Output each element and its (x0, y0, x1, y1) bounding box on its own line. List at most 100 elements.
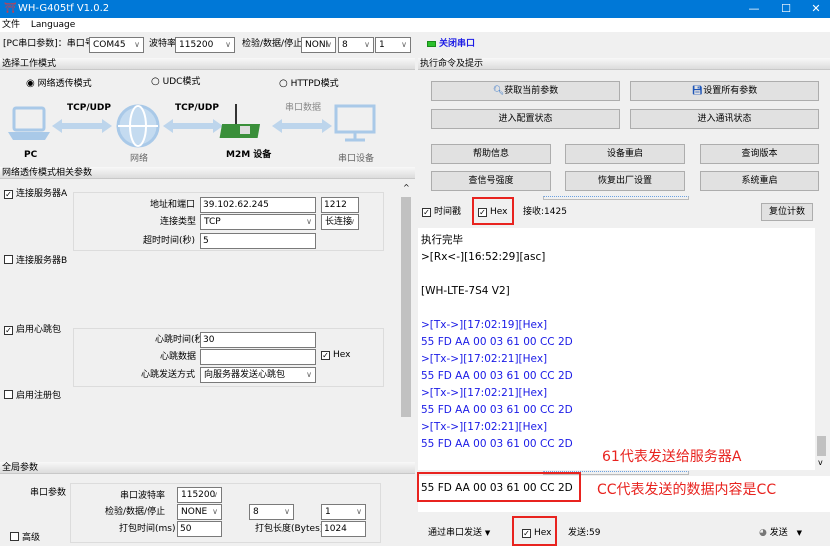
laptop-icon (8, 106, 50, 140)
heartbeat-checkbox[interactable]: ✓ 启用心跳包 (4, 322, 61, 338)
server-address-input[interactable]: 39.102.62.245 (200, 197, 316, 213)
enter-config-button[interactable]: 进入配置状态 (431, 109, 620, 129)
baud-select[interactable]: 115200 ∨ (175, 37, 235, 53)
hb-hex-checkbox[interactable]: ✓ Hex (321, 347, 350, 363)
checkbox-label: 时间戳 (434, 207, 462, 217)
enter-comm-button[interactable]: 进入通讯状态 (630, 109, 819, 129)
mode-option-httpd[interactable]: ○ HTTPD模式 (279, 76, 339, 92)
chevron-down-icon: ∨ (364, 40, 370, 49)
diagram-link-label: 串口数据 (285, 103, 322, 113)
save-icon: 💾︎ (691, 86, 704, 96)
addr-label: 地址和端口 (150, 200, 196, 210)
annotation-text: 61代表发送给服务器A (602, 449, 742, 465)
query-version-button[interactable]: 查询版本 (700, 144, 819, 164)
chevron-down-icon: ∨ (349, 217, 355, 226)
app-icon: ⛩ (4, 3, 17, 14)
hb-mode-select[interactable]: 向服务器发送心跳包 ∨ (200, 367, 316, 383)
scrollbar-thumb[interactable] (817, 436, 826, 456)
diagram-net-label: 网络 (130, 154, 149, 164)
g-stop-bits-select[interactable]: 1 ∨ (321, 504, 366, 520)
parity-select[interactable]: NONI ∨ (301, 37, 336, 53)
factory-reset-button[interactable]: 恢复出厂设置 (565, 171, 685, 191)
stop-bits-select[interactable]: 1 ∨ (375, 37, 411, 53)
port-label: [PC串口参数]：串口号 (3, 39, 94, 49)
conn-mode-select[interactable]: 长连接 ∨ (321, 214, 359, 230)
timeout-input[interactable]: 5 (200, 233, 316, 249)
server-a-checkbox[interactable]: ✓ 连接服务器A (4, 186, 67, 202)
scrollbar-thumb[interactable] (401, 197, 411, 417)
minimize-button[interactable]: — (740, 0, 768, 18)
reset-count-button[interactable]: 复位计数 (761, 203, 813, 221)
receive-count: 接收:1425 (523, 207, 567, 217)
checkbox-unchecked-icon (10, 532, 19, 541)
advanced-checkbox[interactable]: 高级 (10, 530, 40, 546)
params-scrollbar[interactable]: ^ (400, 183, 413, 455)
mode-option-transparent[interactable]: ◉ 网络透传模式 (26, 76, 92, 92)
conn-type-select[interactable]: TCP ∨ (200, 214, 316, 230)
pack-time-input[interactable]: 50 (177, 521, 222, 537)
mode-option-udc[interactable]: ○ UDC模式 (151, 74, 200, 90)
checkbox-label: 连接服务器A (16, 189, 68, 199)
parity-label: 检验/数据/停止 (242, 39, 303, 49)
system-restart-button[interactable]: 系统重启 (700, 171, 819, 191)
register-checkbox[interactable]: 启用注册包 (4, 388, 61, 404)
get-params-button[interactable]: 🔍︎获取当前参数 (431, 81, 620, 101)
pack-len-input[interactable]: 1024 (321, 521, 366, 537)
receive-log[interactable]: 执行完毕 >[Rx<-][16:52:29][asc] [WH-LTE-7S4 V2… (418, 228, 815, 470)
send-via-dropdown[interactable]: 通过串口发送 ▼ (428, 525, 490, 541)
server-b-checkbox[interactable]: 连接服务器B (4, 253, 67, 269)
log-line: 55 FD AA 00 03 61 00 CC 2D (421, 336, 573, 348)
send-button[interactable]: ◕ 发送 ▼ (759, 525, 802, 541)
log-line: >[Tx->][17:02:21][Hex] (421, 421, 548, 433)
checkbox-checked-icon: ✓ (4, 326, 13, 335)
log-line: >[Tx->][17:02:21][Hex] (421, 387, 548, 399)
port-select[interactable]: COM45 ∨ (89, 37, 144, 53)
data-bits-select[interactable]: 8 ∨ (338, 37, 374, 53)
button-label: 获取当前参数 (504, 86, 559, 96)
chevron-down-icon: ∨ (306, 370, 312, 379)
baud-label: 波特率 (149, 39, 177, 49)
mode-label: UDC模式 (162, 77, 201, 87)
hb-time-input[interactable]: 30 (200, 332, 316, 348)
close-port-button[interactable]: 关闭串口 (439, 36, 475, 52)
menu-file[interactable]: 文件 (2, 20, 20, 30)
checkbox-label: 高级 (22, 533, 41, 543)
button-label: 设置所有参数 (703, 86, 758, 96)
chevron-down-icon: v (818, 458, 823, 467)
mode-label: 网络透传模式 (37, 79, 92, 89)
splitter-handle[interactable] (543, 196, 689, 200)
checkbox-label: 连接服务器B (16, 256, 68, 266)
mode-label: HTTPD模式 (290, 79, 339, 89)
checkbox-label: Hex (333, 350, 351, 360)
server-port-input[interactable]: 1212 (321, 197, 359, 213)
window-title: WH-G405tf V1.0.2 (18, 3, 110, 14)
g-baud-label: 串口波特率 (120, 491, 166, 501)
help-button[interactable]: 帮助信息 (431, 144, 551, 164)
chevron-down-icon: ∨ (326, 40, 332, 49)
maximize-button[interactable]: ☐ (772, 0, 800, 18)
m2m-device-icon (219, 104, 261, 138)
set-params-button[interactable]: 💾︎设置所有参数 (630, 81, 819, 101)
g-data-bits-select[interactable]: 8 ∨ (249, 504, 294, 520)
g-baud-select[interactable]: 115200 ∨ (177, 487, 222, 503)
device-restart-button[interactable]: 设备重启 (565, 144, 685, 164)
highlight-box (472, 197, 514, 225)
log-line: 55 FD AA 00 03 61 00 CC 2D (421, 404, 573, 416)
params-section-header: 网络透传模式相关参数 (0, 167, 415, 179)
g-data-bits-value: 8 (253, 507, 259, 517)
log-line: [WH-LTE-7S4 V2] (421, 285, 510, 297)
diagram-link-label: TCP/UDP (175, 103, 220, 113)
commands-section-header: 执行命令及提示 (418, 58, 830, 70)
timestamp-checkbox[interactable]: ✓ 时间戳 (422, 204, 461, 220)
close-button[interactable]: ✕ (802, 0, 830, 18)
signal-strength-button[interactable]: 查信号强度 (431, 171, 551, 191)
parity-value: NONI (305, 40, 329, 50)
log-scrollbar[interactable]: v (815, 228, 828, 470)
hb-data-input[interactable] (200, 349, 316, 365)
data-bits-value: 8 (342, 40, 348, 50)
diagram-link-label: TCP/UDP (67, 103, 112, 113)
menu-language[interactable]: Language (31, 20, 75, 30)
g-parity-select[interactable]: NONE ∨ (177, 504, 222, 520)
